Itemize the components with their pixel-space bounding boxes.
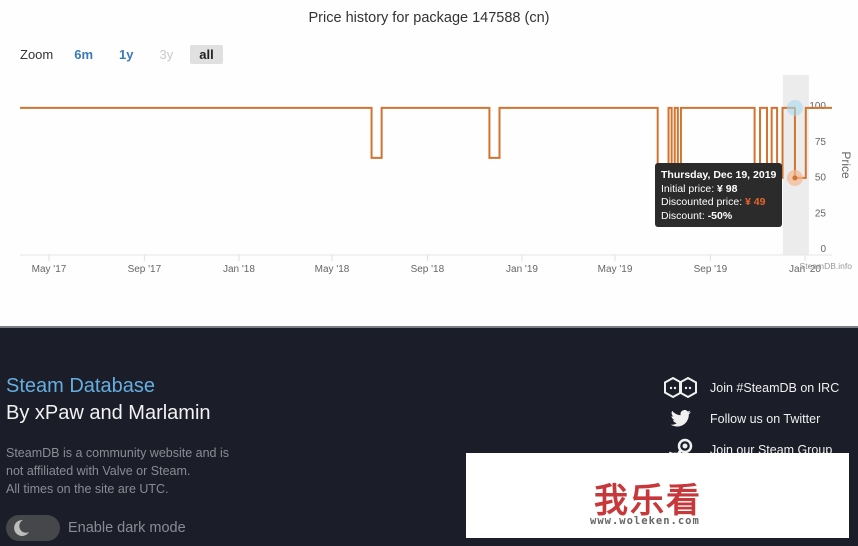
disclaimer-line: not affiliated with Valve or Steam. — [6, 464, 191, 478]
dark-mode-label: Enable dark mode — [68, 520, 186, 536]
x-tick-label: May '17 — [32, 264, 67, 275]
x-tick-label: Sep '19 — [694, 264, 728, 275]
tooltip-discount-label: Discount: — [661, 209, 708, 222]
x-tick-label: May '18 — [315, 264, 350, 275]
x-axis: May '17 Sep '17 Jan '18 May '18 Sep '18 Jan '… — [20, 254, 832, 275]
social-link-twitter[interactable]: Follow us on Twitter — [664, 403, 839, 434]
toggle-switch[interactable] — [6, 515, 60, 541]
social-label[interactable]: Follow us on Twitter — [710, 412, 820, 426]
price-history-chart: Price history for package 147588 (cn) Zo… — [0, 0, 858, 326]
x-tick-label: Jan '18 — [223, 264, 255, 275]
watermark-overlay: 我乐看 www.woleken.com — [466, 453, 849, 538]
x-tick-label: Sep '17 — [128, 264, 162, 275]
footer-disclaimer: SteamDB is a community website and is no… — [6, 444, 229, 498]
y-axis: 0 25 50 75 100 — [809, 101, 826, 255]
tooltip-initial-label: Initial price: — [661, 182, 718, 195]
tooltip-discount: Discount: -50% — [661, 210, 782, 224]
y-tick-label: 25 — [815, 208, 827, 219]
moon-icon — [14, 519, 29, 536]
disclaimer-line: SteamDB is a community website and is — [6, 446, 230, 460]
x-tick-label: May '19 — [598, 264, 633, 275]
watermark-url: www.woleken.com — [590, 515, 700, 527]
y-axis-title: Price — [839, 151, 853, 179]
social-link-irc[interactable]: Join #SteamDB on IRC — [664, 372, 839, 403]
tooltip-discounted-value: ¥ 49 — [745, 196, 766, 208]
discounted-price-marker — [792, 175, 798, 181]
tooltip-discount-value: -50% — [707, 209, 733, 222]
footer-byline: By xPaw and Marlamin — [6, 402, 211, 424]
y-tick-label: 75 — [815, 137, 827, 148]
tooltip-date: Thursday, Dec 19, 2019 — [661, 169, 777, 181]
tooltip-discounted-label: Discounted price: — [661, 196, 746, 208]
tooltip-discounted-price: Discounted price: ¥ 49 — [661, 196, 782, 210]
social-links: Join #SteamDB on IRC Follow us on Twitte… — [664, 372, 839, 465]
social-label[interactable]: Join #SteamDB on IRC — [710, 381, 839, 395]
tooltip-initial-price: Initial price: ¥ 98 — [661, 183, 782, 197]
y-tick-label: 100 — [809, 101, 826, 112]
chart-credits[interactable]: SteamDB.info — [800, 261, 853, 271]
y-tick-label: 0 — [820, 244, 826, 255]
x-tick-label: Sep '18 — [411, 264, 445, 275]
y-tick-label: 50 — [815, 173, 827, 184]
tooltip-initial-value: ¥ 98 — [717, 182, 738, 195]
footer-brand[interactable]: Steam Database — [6, 375, 155, 398]
twitter-icon — [664, 407, 698, 431]
dark-mode-toggle[interactable]: Enable dark mode — [6, 515, 186, 541]
x-tick-label: Jan '19 — [506, 264, 538, 275]
initial-price-marker — [786, 99, 803, 116]
chart-tooltip: Thursday, Dec 19, 2019 Initial price: ¥ … — [655, 163, 782, 227]
disclaimer-line: All times on the site are UTC. — [6, 482, 169, 496]
irc-icon — [664, 376, 698, 400]
